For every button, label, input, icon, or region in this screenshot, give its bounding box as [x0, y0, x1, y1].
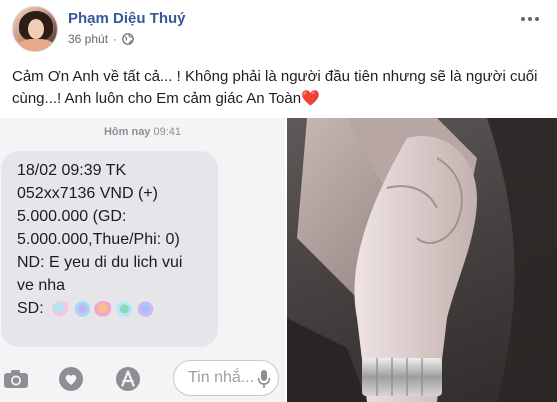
post-time[interactable]: 36 phút [68, 32, 108, 46]
sms-timestamp-time: 09:41 [153, 126, 182, 138]
post-caption: Cảm Ơn Anh về tất cả... ! Không phải là … [12, 66, 547, 110]
paw-sticker [52, 300, 72, 317]
sms-line: ND: E yeu di du lich vui [17, 254, 183, 271]
author-avatar[interactable] [12, 6, 58, 52]
sms-balance-label: SD: [17, 300, 44, 317]
post-header: Phạm Diệu Thuý 36 phút · [0, 0, 557, 58]
globe-icon[interactable] [122, 33, 134, 45]
post-photos[interactable]: Hôm nay 09:41 18/02 09:39 TK 052xx7136 V… [0, 118, 557, 402]
post-meta: 36 phút · [68, 32, 134, 46]
sms-timestamp-day: Hôm nay [103, 126, 151, 138]
heart-emoji: ❤️ [301, 90, 320, 107]
microphone-icon[interactable] [253, 365, 275, 393]
sms-line: 5.000.000 (GD: [17, 208, 127, 225]
holding-hands-photo[interactable] [287, 118, 557, 402]
wristwatch [362, 358, 442, 396]
sms-line: 052xx7136 VND (+) [17, 185, 158, 202]
sms-toolbar: Tin nhắ... [0, 357, 285, 402]
author-name[interactable]: Phạm Diệu Thuý [68, 10, 186, 27]
paw-sticker [94, 300, 114, 317]
more-options-icon[interactable] [517, 10, 543, 28]
app-store-icon[interactable] [112, 365, 144, 393]
sms-screenshot-photo[interactable]: Hôm nay 09:41 18/02 09:39 TK 052xx7136 V… [0, 118, 285, 402]
camera-icon[interactable] [0, 365, 32, 393]
paw-sticker [115, 300, 135, 317]
message-input-placeholder: Tin nhắ... [188, 369, 255, 386]
sms-timestamp: Hôm nay 09:41 [0, 126, 285, 138]
avatar-face [28, 19, 44, 39]
paw-sticker [136, 300, 156, 317]
avatar-shirt [17, 39, 55, 51]
sms-line: 18/02 09:39 TK [17, 162, 127, 179]
sms-line: 5.000.000,Thue/Phi: 0) [17, 231, 180, 248]
paw-sticker-mask [52, 300, 156, 317]
holding-hands-illustration [287, 118, 557, 402]
paw-sticker [73, 300, 93, 317]
sms-message-bubble: 18/02 09:39 TK 052xx7136 VND (+) 5.000.0… [1, 151, 218, 347]
sms-balance-line: SD: [17, 297, 210, 320]
heart-digital-touch-icon[interactable] [55, 365, 87, 393]
sms-line: ve nha [17, 277, 66, 294]
meta-separator: · [113, 32, 118, 46]
caption-text: Cảm Ơn Anh về tất cả... ! Không phải là … [12, 68, 538, 107]
